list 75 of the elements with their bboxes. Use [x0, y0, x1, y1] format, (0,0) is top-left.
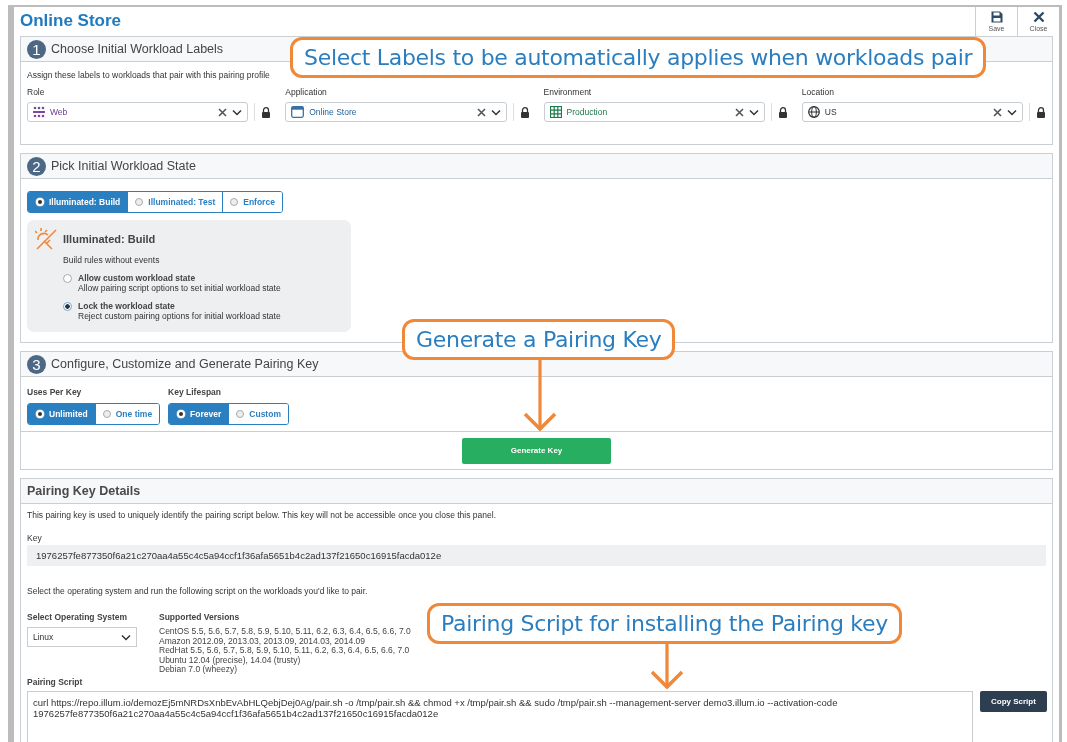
save-icon: [990, 11, 1003, 23]
field-label: Select Operating System: [27, 612, 129, 622]
field-label: Role: [27, 87, 46, 97]
panel-title: Choose Initial Workload Labels: [51, 42, 224, 56]
callout-note: Pairing Script for installing the Pairing key: [427, 603, 902, 644]
panel-title: Configure, Customize and Generate Pairing Key: [51, 357, 319, 371]
mode-description: Build rules without events: [63, 255, 161, 265]
arrow-down: [523, 360, 557, 432]
clear-icon: [734, 107, 744, 117]
mode-title: Illuminated: Build: [63, 233, 156, 245]
table-icon: [549, 106, 562, 118]
panel-title: Pick Initial Workload State: [51, 159, 196, 173]
clear-icon: [476, 107, 486, 117]
segment-option[interactable]: Unlimited: [28, 404, 95, 424]
label-select[interactable]: Web: [27, 102, 249, 122]
option-description: Allow pairing script options to set initial workload state: [78, 283, 281, 293]
version-line: Amazon 2012.09, 2013.03, 2013.09, 2014.03, 2014.09: [159, 636, 367, 646]
step-number: 3: [27, 354, 46, 374]
os-select[interactable]: Linux: [27, 627, 137, 647]
radio-button[interactable]: [63, 302, 72, 311]
label-value: Production: [566, 107, 609, 117]
field-label: Location: [801, 87, 835, 97]
version-line: CentOS 5.5, 5.6, 5.7, 5.8, 5.9, 5.10, 5.11, 6.2, 6.3, 6.4, 6.5, 6.6, 7.0: [159, 627, 411, 637]
label-select[interactable]: Production: [543, 102, 765, 122]
field-label: Pairing Script: [27, 676, 84, 687]
segment-option[interactable]: Custom: [228, 404, 288, 424]
details-description: This pairing key is used to uniquely identify the pairing script below. This key will not be accessible once you close this panel.: [27, 510, 497, 520]
lock-icon: [519, 106, 530, 118]
field-label: Supported Versions: [159, 612, 241, 622]
copy-script-button[interactable]: Copy Script: [980, 690, 1047, 712]
option-title: Lock the workload state: [78, 301, 176, 311]
step-number: 2: [27, 156, 46, 176]
callout-note: Generate a Pairing Key: [402, 319, 676, 360]
step-number: 1: [27, 39, 46, 59]
chevron-down-icon: [490, 108, 501, 116]
window-icon: [291, 106, 305, 118]
lock-icon: [1036, 106, 1046, 118]
segment-option[interactable]: Illuminated: Build: [28, 192, 128, 212]
option-description: Reject custom pairing options for initial workload state: [78, 311, 281, 321]
clear-icon: [218, 107, 228, 117]
version-line: Ubuntu 12.04 (precise), 14.04 (trusty): [159, 655, 302, 666]
segment-option[interactable]: Forever: [169, 404, 229, 424]
key-field[interactable]: 1976257fe877350f6a21c270aa4a55c4c5a94ccf1f36afa5651b4c2ad137f21650c16915facda012e: [27, 545, 1046, 566]
label-value: Online Store: [309, 107, 358, 117]
group-label: Key Lifespan: [168, 387, 222, 397]
label-select[interactable]: US: [801, 102, 1023, 122]
segment-option[interactable]: One time: [94, 404, 160, 424]
option-title: Allow custom workload state: [78, 273, 197, 283]
segment-option[interactable]: Enforce: [222, 192, 282, 212]
chevron-down-icon: [748, 108, 759, 116]
group-label: Uses Per Key: [27, 387, 83, 397]
section-description: Assign these labels to workloads that pair with this pairing profile: [27, 70, 271, 80]
field-label: Environment: [543, 87, 593, 97]
chevron-down-icon: [232, 108, 243, 116]
label-value: Web: [50, 107, 69, 117]
radio-button[interactable]: [63, 274, 72, 283]
chevron-down-icon: [121, 633, 131, 641]
callout-note: Select Labels to be automatically applies when workloads pair: [290, 37, 987, 78]
panel-title: Pairing Key Details: [27, 484, 141, 498]
label-select[interactable]: Online Store: [285, 102, 507, 122]
dots-grid-icon: [33, 106, 45, 118]
instruction-text: Select the operating system and run the following script on the workloads you'd like to pair.: [27, 586, 369, 596]
close-icon: [1032, 11, 1045, 23]
chevron-down-icon: [1007, 108, 1017, 116]
script-field[interactable]: curl https://repo.illum.io/demozEj5mNRDsXnbEvAbHLQebjDej0Ag/pair.sh -o /tmp/pair.sh && chmod +x /tmp/pair.sh && sudo /tmp/pair.sh --management-server demo3.illum.io --activation-code 1976257fe877350f6a21c270aa4a55c4c5a94ccf1f36afa5651b4c2ad137f21650c16915facda012e: [27, 690, 973, 742]
version-line: RedHat 5.5, 5.6, 5.7, 5.8, 5.9, 5.10, 5.11, 6.2, 6.3, 6.4, 6.5, 6.6, 7.0: [159, 646, 411, 656]
field-label: Application: [285, 87, 328, 97]
page-title: Online Store: [19, 10, 123, 32]
lock-icon: [261, 106, 272, 118]
version-line: Debian 7.0 (wheezy): [159, 665, 237, 675]
lock-icon: [777, 106, 788, 118]
clear-icon: [993, 107, 1002, 117]
label-value: US: [824, 107, 838, 117]
globe-icon: [807, 106, 820, 118]
field-label: Key: [27, 533, 43, 543]
